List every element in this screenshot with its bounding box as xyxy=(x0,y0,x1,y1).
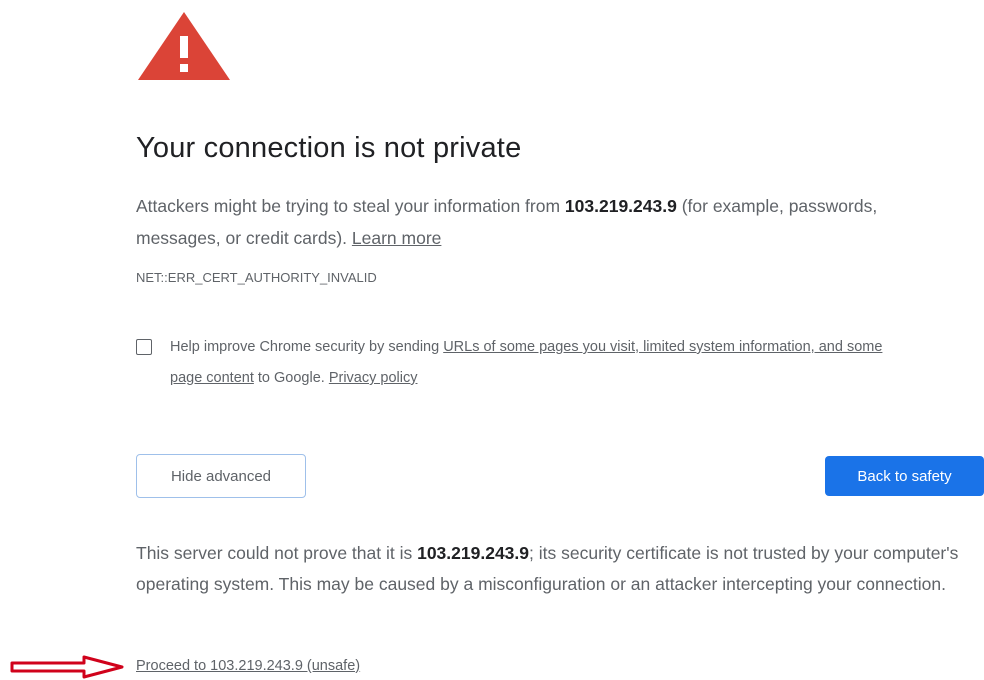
page-title: Your connection is not private xyxy=(136,132,522,164)
details-host: 103.219.243.9 xyxy=(417,543,530,563)
intro-prefix: Attackers might be trying to steal your … xyxy=(136,196,565,216)
intro-host: 103.219.243.9 xyxy=(564,196,677,216)
warning-triangle-icon xyxy=(138,12,230,80)
privacy-policy-link[interactable]: Privacy policy xyxy=(329,370,418,386)
help-improve-checkbox[interactable] xyxy=(136,339,152,355)
hide-advanced-button[interactable]: Hide advanced xyxy=(136,454,306,498)
error-code: NET::ERR_CERT_AUTHORITY_INVALID xyxy=(136,270,377,285)
learn-more-link[interactable]: Learn more xyxy=(352,228,442,248)
interstitial-page: Your connection is not private Attackers… xyxy=(0,0,984,680)
red-arrow-icon xyxy=(10,655,124,679)
intro-paragraph: Attackers might be trying to steal your … xyxy=(136,190,956,254)
optin-prefix: Help improve Chrome security by sending xyxy=(170,339,444,355)
proceed-unsafe-link[interactable]: Proceed to 103.219.243.9 (unsafe) xyxy=(136,658,360,674)
back-to-safety-button[interactable]: Back to safety xyxy=(825,456,984,496)
details-prefix: This server could not prove that it is xyxy=(136,543,418,563)
optin-text: Help improve Chrome security by sending … xyxy=(170,332,910,394)
optin-middle: to Google. xyxy=(253,370,329,386)
details-paragraph: This server could not prove that it is 1… xyxy=(136,538,982,600)
